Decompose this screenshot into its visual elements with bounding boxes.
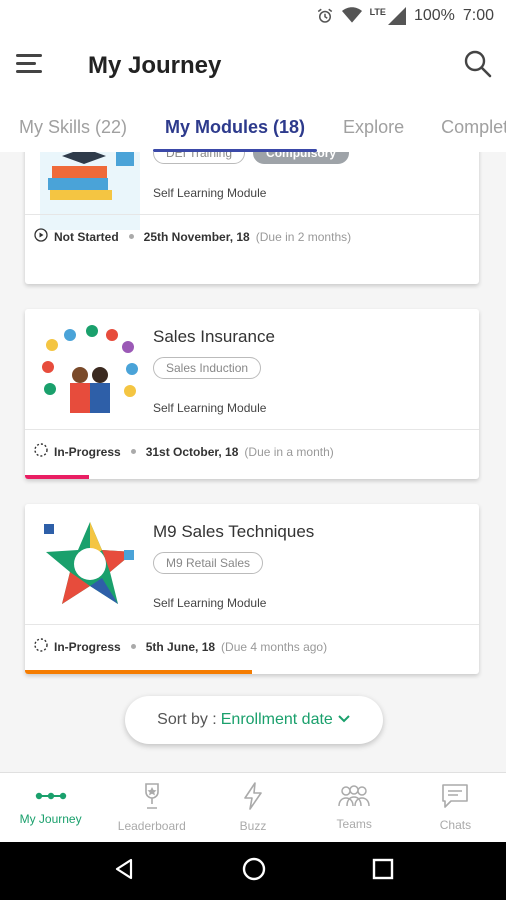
module-card[interactable]: M9 Sales Techniques M9 Retail Sales Self… — [25, 504, 479, 674]
module-thumbnail — [40, 152, 140, 230]
module-tag-compulsory: Compulsory — [253, 152, 350, 164]
module-progress-bar — [25, 475, 89, 479]
card-divider — [25, 429, 479, 430]
battery-label: 100% — [413, 7, 455, 24]
nav-label: Teams — [336, 817, 372, 831]
nav-teams[interactable]: Teams — [304, 773, 405, 842]
tab-my-skills[interactable]: My Skills (22) — [19, 117, 127, 152]
search-icon — [464, 50, 492, 83]
hamburger-icon — [16, 52, 44, 81]
chevron-down-icon — [337, 711, 351, 729]
module-due-date: 25th November, 18 — [143, 229, 250, 244]
module-progress-bar — [25, 670, 252, 674]
module-due-relative: (Due in a month) — [244, 444, 334, 459]
separator-dot — [128, 234, 134, 239]
module-tag: DEI Training — [153, 152, 246, 164]
sort-value: Enrollment date — [220, 711, 333, 728]
progress-circle-icon — [34, 638, 48, 655]
module-thumbnail — [40, 325, 140, 417]
module-meta: Not Started 25th November, 18 (Due in 2 … — [34, 228, 351, 245]
module-tag: Sales Induction — [153, 357, 262, 379]
module-due-date: 31st October, 18 — [145, 444, 239, 459]
separator-dot — [130, 644, 136, 649]
module-type: Self Learning Module — [153, 186, 267, 200]
card-divider — [25, 624, 479, 625]
module-thumbnail — [40, 520, 140, 612]
module-status: In-Progress — [54, 639, 121, 654]
nav-label: Buzz — [239, 819, 267, 833]
module-due-relative: (Due 4 months ago) — [221, 639, 328, 654]
nav-label: Leaderboard — [117, 819, 186, 833]
sort-label: Sort by : — [157, 711, 217, 728]
separator-dot — [130, 449, 136, 454]
module-meta: In-Progress 31st October, 18 (Due in a m… — [34, 443, 334, 460]
module-due-relative: (Due in 2 months) — [255, 229, 352, 244]
nav-buzz[interactable]: Buzz — [202, 773, 303, 842]
alarm-icon — [316, 7, 334, 25]
module-title: Sales Insurance — [153, 327, 275, 346]
journey-dots-icon — [35, 789, 67, 806]
module-type: Self Learning Module — [153, 401, 267, 415]
trophy-icon — [140, 782, 164, 813]
network-type-label: LTE — [369, 7, 386, 17]
page-title: My Journey — [88, 52, 222, 79]
nav-label: Chats — [439, 818, 472, 832]
search-button[interactable] — [450, 32, 506, 100]
signal-icon — [387, 7, 406, 25]
system-navigation-bar — [0, 842, 506, 900]
card-divider — [25, 214, 479, 215]
home-icon[interactable] — [241, 856, 267, 887]
module-tags: M9 Retail Sales — [153, 552, 264, 574]
tab-explore[interactable]: Explore — [343, 117, 404, 152]
bottom-navigation: My Journey Leaderboard Buzz Teams Chats — [0, 772, 506, 842]
sort-button[interactable]: Sort by : Enrollment date — [125, 696, 383, 744]
people-icon — [338, 784, 370, 811]
module-type: Self Learning Module — [153, 596, 267, 610]
menu-button[interactable] — [0, 32, 60, 100]
nav-my-journey[interactable]: My Journey — [0, 773, 101, 842]
lightning-icon — [243, 782, 263, 813]
module-tags: DEI Training Compulsory — [153, 152, 350, 164]
module-card[interactable]: DEI Training Compulsory Self Learning Mo… — [25, 152, 479, 284]
back-icon[interactable] — [112, 857, 136, 886]
module-title: M9 Sales Techniques — [153, 522, 315, 541]
progress-circle-icon — [34, 443, 48, 460]
app-screen: LTE 100% 7:00 My Journey My Skills (22) … — [0, 0, 506, 900]
module-list: DEI Training Compulsory Self Learning Mo… — [0, 152, 506, 772]
module-meta: In-Progress 5th June, 18 (Due 4 months a… — [34, 638, 327, 655]
recents-icon[interactable] — [372, 858, 394, 885]
nav-chats[interactable]: Chats — [405, 773, 506, 842]
module-due-date: 5th June, 18 — [145, 639, 216, 654]
chat-icon — [441, 783, 469, 812]
app-bar: My Journey — [0, 32, 506, 100]
module-status: In-Progress — [54, 444, 121, 459]
nav-leaderboard[interactable]: Leaderboard — [101, 773, 202, 842]
module-card[interactable]: Sales Insurance Sales Induction Self Lea… — [25, 309, 479, 479]
tab-my-modules[interactable]: My Modules (18) — [153, 117, 318, 152]
module-tag: M9 Retail Sales — [153, 552, 264, 574]
tab-completed[interactable]: Completed — [441, 117, 506, 152]
module-tags: Sales Induction — [153, 357, 262, 379]
module-status: Not Started — [54, 229, 119, 244]
clock-time: 7:00 — [462, 7, 494, 24]
wifi-icon — [341, 7, 362, 25]
status-bar: LTE 100% 7:00 — [0, 0, 506, 32]
nav-label: My Journey — [19, 812, 82, 826]
tab-bar: My Skills (22) My Modules (18) Explore C… — [0, 100, 506, 152]
play-circle-icon — [34, 228, 48, 245]
